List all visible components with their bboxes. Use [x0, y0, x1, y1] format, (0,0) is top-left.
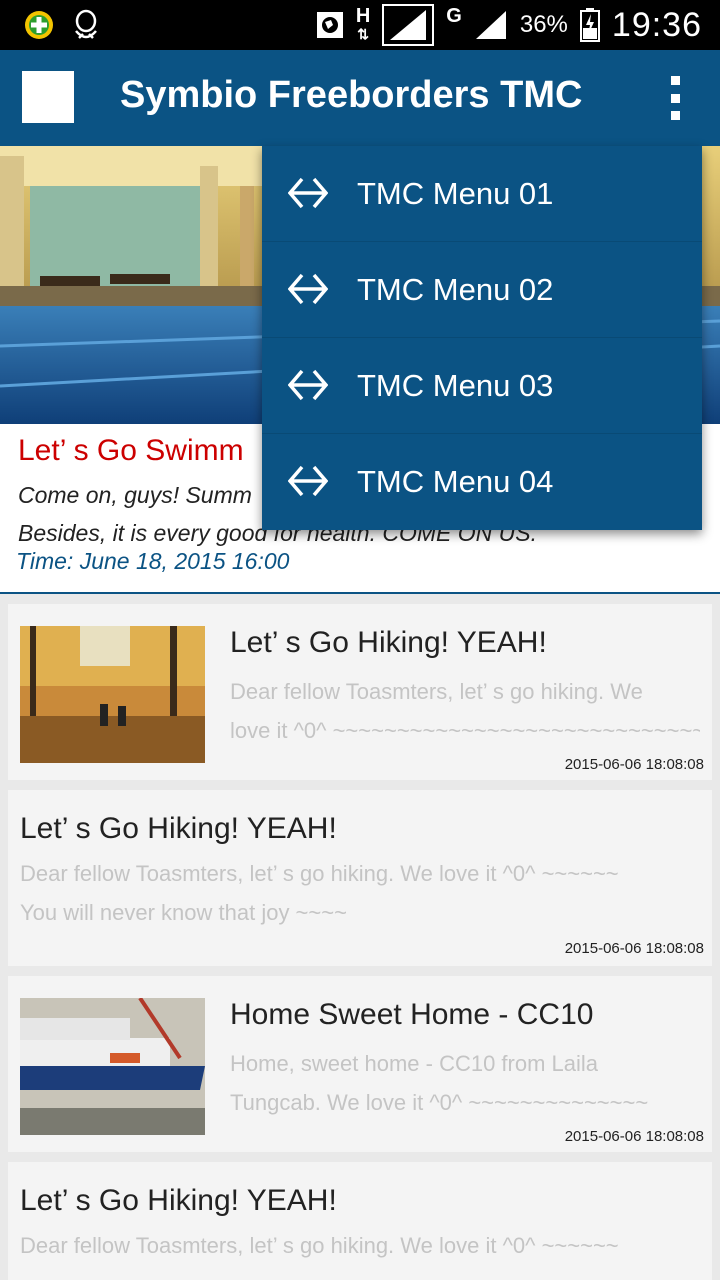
- list-item[interactable]: Let’ s Go Hiking! YEAH! Dear fellow Toas…: [8, 790, 712, 966]
- post-description: Dear fellow Toasmters, let’ s go hiking.…: [20, 1233, 619, 1258]
- post-title: Let’ s Go Hiking! YEAH!: [20, 1184, 337, 1217]
- list-item[interactable]: Home Sweet Home - CC10 Home, sweet home …: [8, 976, 712, 1152]
- menu-item-tmc-03[interactable]: TMC Menu 03: [262, 338, 702, 434]
- post-description: Home, sweet home - CC10 from Laila Tungc…: [230, 1051, 649, 1115]
- more-vert-icon[interactable]: [668, 76, 682, 120]
- battery-percent: 36%: [519, 11, 568, 38]
- battery-icon: [579, 8, 600, 42]
- post-date: 2015-06-06 18:08:08: [564, 1128, 704, 1145]
- left-right-arrow-icon: [288, 465, 328, 497]
- globe-icon: [316, 12, 343, 38]
- left-right-arrow-icon: [288, 273, 328, 305]
- menu-item-tmc-01[interactable]: TMC Menu 01: [262, 146, 702, 242]
- menu-item-label: TMC Menu 01: [357, 176, 554, 211]
- menu-item-label: TMC Menu 03: [357, 368, 554, 403]
- add-app-icon: [25, 11, 53, 39]
- featured-title: Let’ s Go Swimm: [18, 434, 244, 467]
- left-right-arrow-icon: [288, 177, 328, 209]
- overflow-menu: TMC Menu 01 TMC Menu 02 TMC Menu 03 TMC …: [262, 146, 702, 530]
- qq-penguin-icon: [75, 9, 97, 39]
- post-description: Dear fellow Toasmters, let’ s go hiking.…: [20, 861, 619, 925]
- h-data-icon: H ⇅: [355, 5, 371, 42]
- app-bar: Symbio Freeborders TMC: [0, 50, 720, 146]
- post-title: Let’ s Go Hiking! YEAH!: [230, 626, 547, 659]
- menu-item-tmc-04[interactable]: TMC Menu 04: [262, 434, 702, 530]
- post-title: Home Sweet Home - CC10: [230, 998, 594, 1031]
- post-date: 2015-06-06 18:08:08: [564, 940, 704, 957]
- menu-item-label: TMC Menu 04: [357, 464, 554, 499]
- app-title: Symbio Freeborders TMC: [120, 74, 583, 116]
- list-item[interactable]: Let’ s Go Hiking! YEAH! Dear fellow Toas…: [8, 1162, 712, 1280]
- status-bar: H ⇅ G 36% 19:36: [0, 0, 720, 50]
- signal-icon: [475, 11, 506, 39]
- app-icon-button[interactable]: [22, 71, 74, 123]
- list-item[interactable]: Let’ s Go Hiking! YEAH! Dear fellow Toas…: [8, 604, 712, 780]
- g-data-icon: G: [446, 4, 462, 27]
- left-right-arrow-icon: [288, 369, 328, 401]
- featured-time: Time: June 18, 2015 16:00: [16, 548, 290, 574]
- post-title: Let’ s Go Hiking! YEAH!: [20, 812, 337, 845]
- menu-item-tmc-02[interactable]: TMC Menu 02: [262, 242, 702, 338]
- post-date: 2015-06-06 18:08:08: [564, 756, 704, 773]
- post-description: Dear fellow Toasmters, let’ s go hiking.…: [230, 679, 700, 743]
- clock: 19:36: [611, 5, 702, 44]
- hiking-thumbnail: [20, 626, 205, 763]
- menu-item-label: TMC Menu 02: [357, 272, 554, 307]
- ship-thumbnail: [20, 998, 205, 1135]
- signal-icon: [382, 4, 435, 46]
